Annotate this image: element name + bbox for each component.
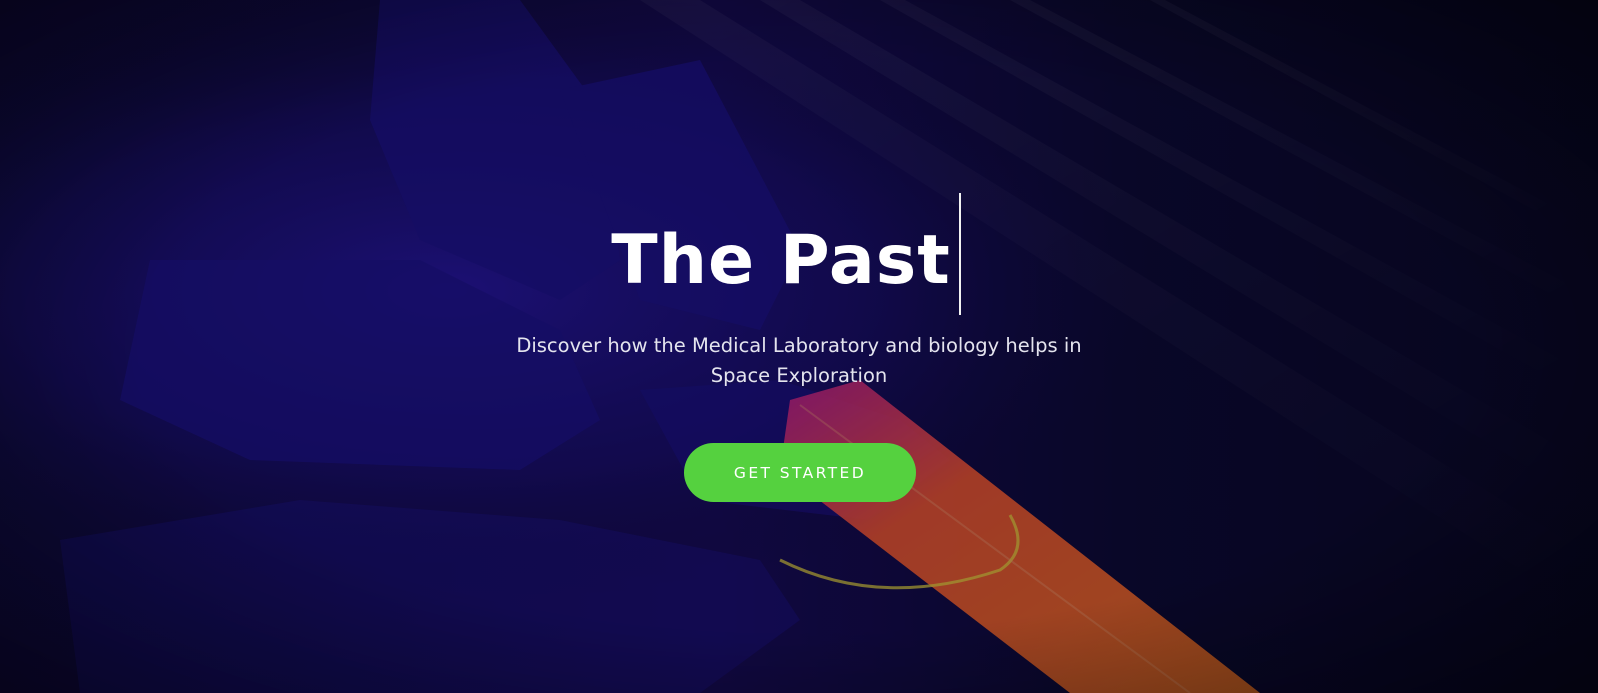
hero-content: The Past Discover how the Medical Labora… [0,0,1598,693]
get-started-button[interactable]: GET STARTED [684,443,916,502]
hero-section: The Past Discover how the Medical Labora… [0,0,1598,693]
hero-subtitle: Discover how the Medical Laboratory and … [516,334,1082,387]
typing-cursor [959,193,961,315]
hero-title: The Past [611,221,951,300]
headline-row: The Past [0,193,1598,317]
